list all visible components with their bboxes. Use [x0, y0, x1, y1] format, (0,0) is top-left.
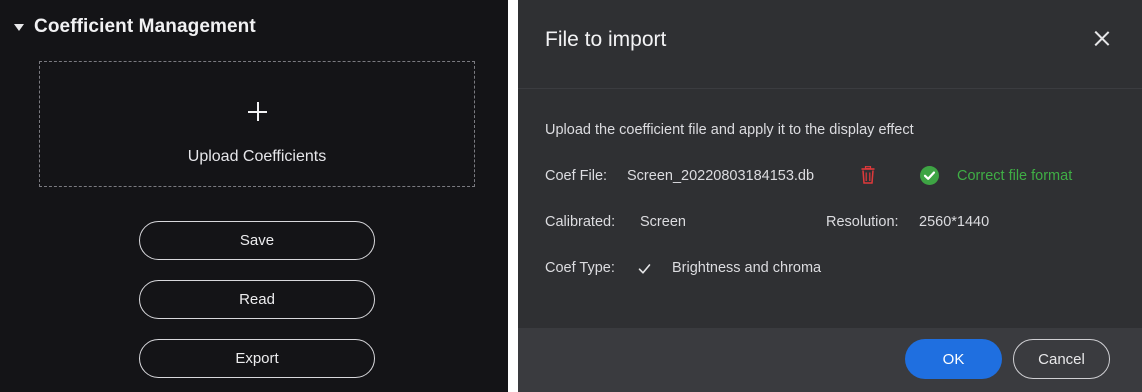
coef-type-label: Coef Type: [545, 260, 615, 276]
ok-button[interactable]: OK [905, 339, 1002, 379]
calibrated-value: Screen [640, 214, 686, 230]
coef-file-label: Coef File: [545, 168, 608, 184]
plus-icon [248, 102, 267, 121]
close-icon[interactable] [1094, 31, 1109, 46]
check-circle-icon [920, 166, 939, 185]
panel-header[interactable]: Coefficient Management [14, 16, 256, 38]
save-button[interactable]: Save [139, 221, 375, 260]
upload-coefficients-dropzone[interactable]: Upload Coefficients [39, 61, 475, 187]
dialog-description: Upload the coefficient file and apply it… [545, 122, 914, 138]
cancel-button[interactable]: Cancel [1013, 339, 1110, 379]
file-format-status: Correct file format [957, 168, 1073, 184]
coefficient-management-panel: Coefficient Management Upload Coefficien… [0, 0, 508, 392]
resolution-label: Resolution: [826, 214, 899, 230]
dialog-title: File to import [545, 28, 667, 51]
caret-down-icon[interactable] [14, 23, 24, 31]
upload-label: Upload Coefficients [187, 148, 327, 165]
divider [518, 88, 1142, 89]
read-button[interactable]: Read [139, 280, 375, 319]
checkmark-icon [638, 262, 651, 280]
trash-icon[interactable] [861, 165, 875, 184]
calibrated-label: Calibrated: [545, 214, 616, 230]
coef-file-value: Screen_20220803184153.db [627, 168, 815, 184]
coef-type-value: Brightness and chroma [672, 260, 822, 276]
panel-title: Coefficient Management [34, 16, 256, 37]
resolution-value: 2560*1440 [919, 214, 990, 230]
export-button[interactable]: Export [139, 339, 375, 378]
file-import-dialog: File to import Upload the coefficient fi… [518, 0, 1142, 392]
